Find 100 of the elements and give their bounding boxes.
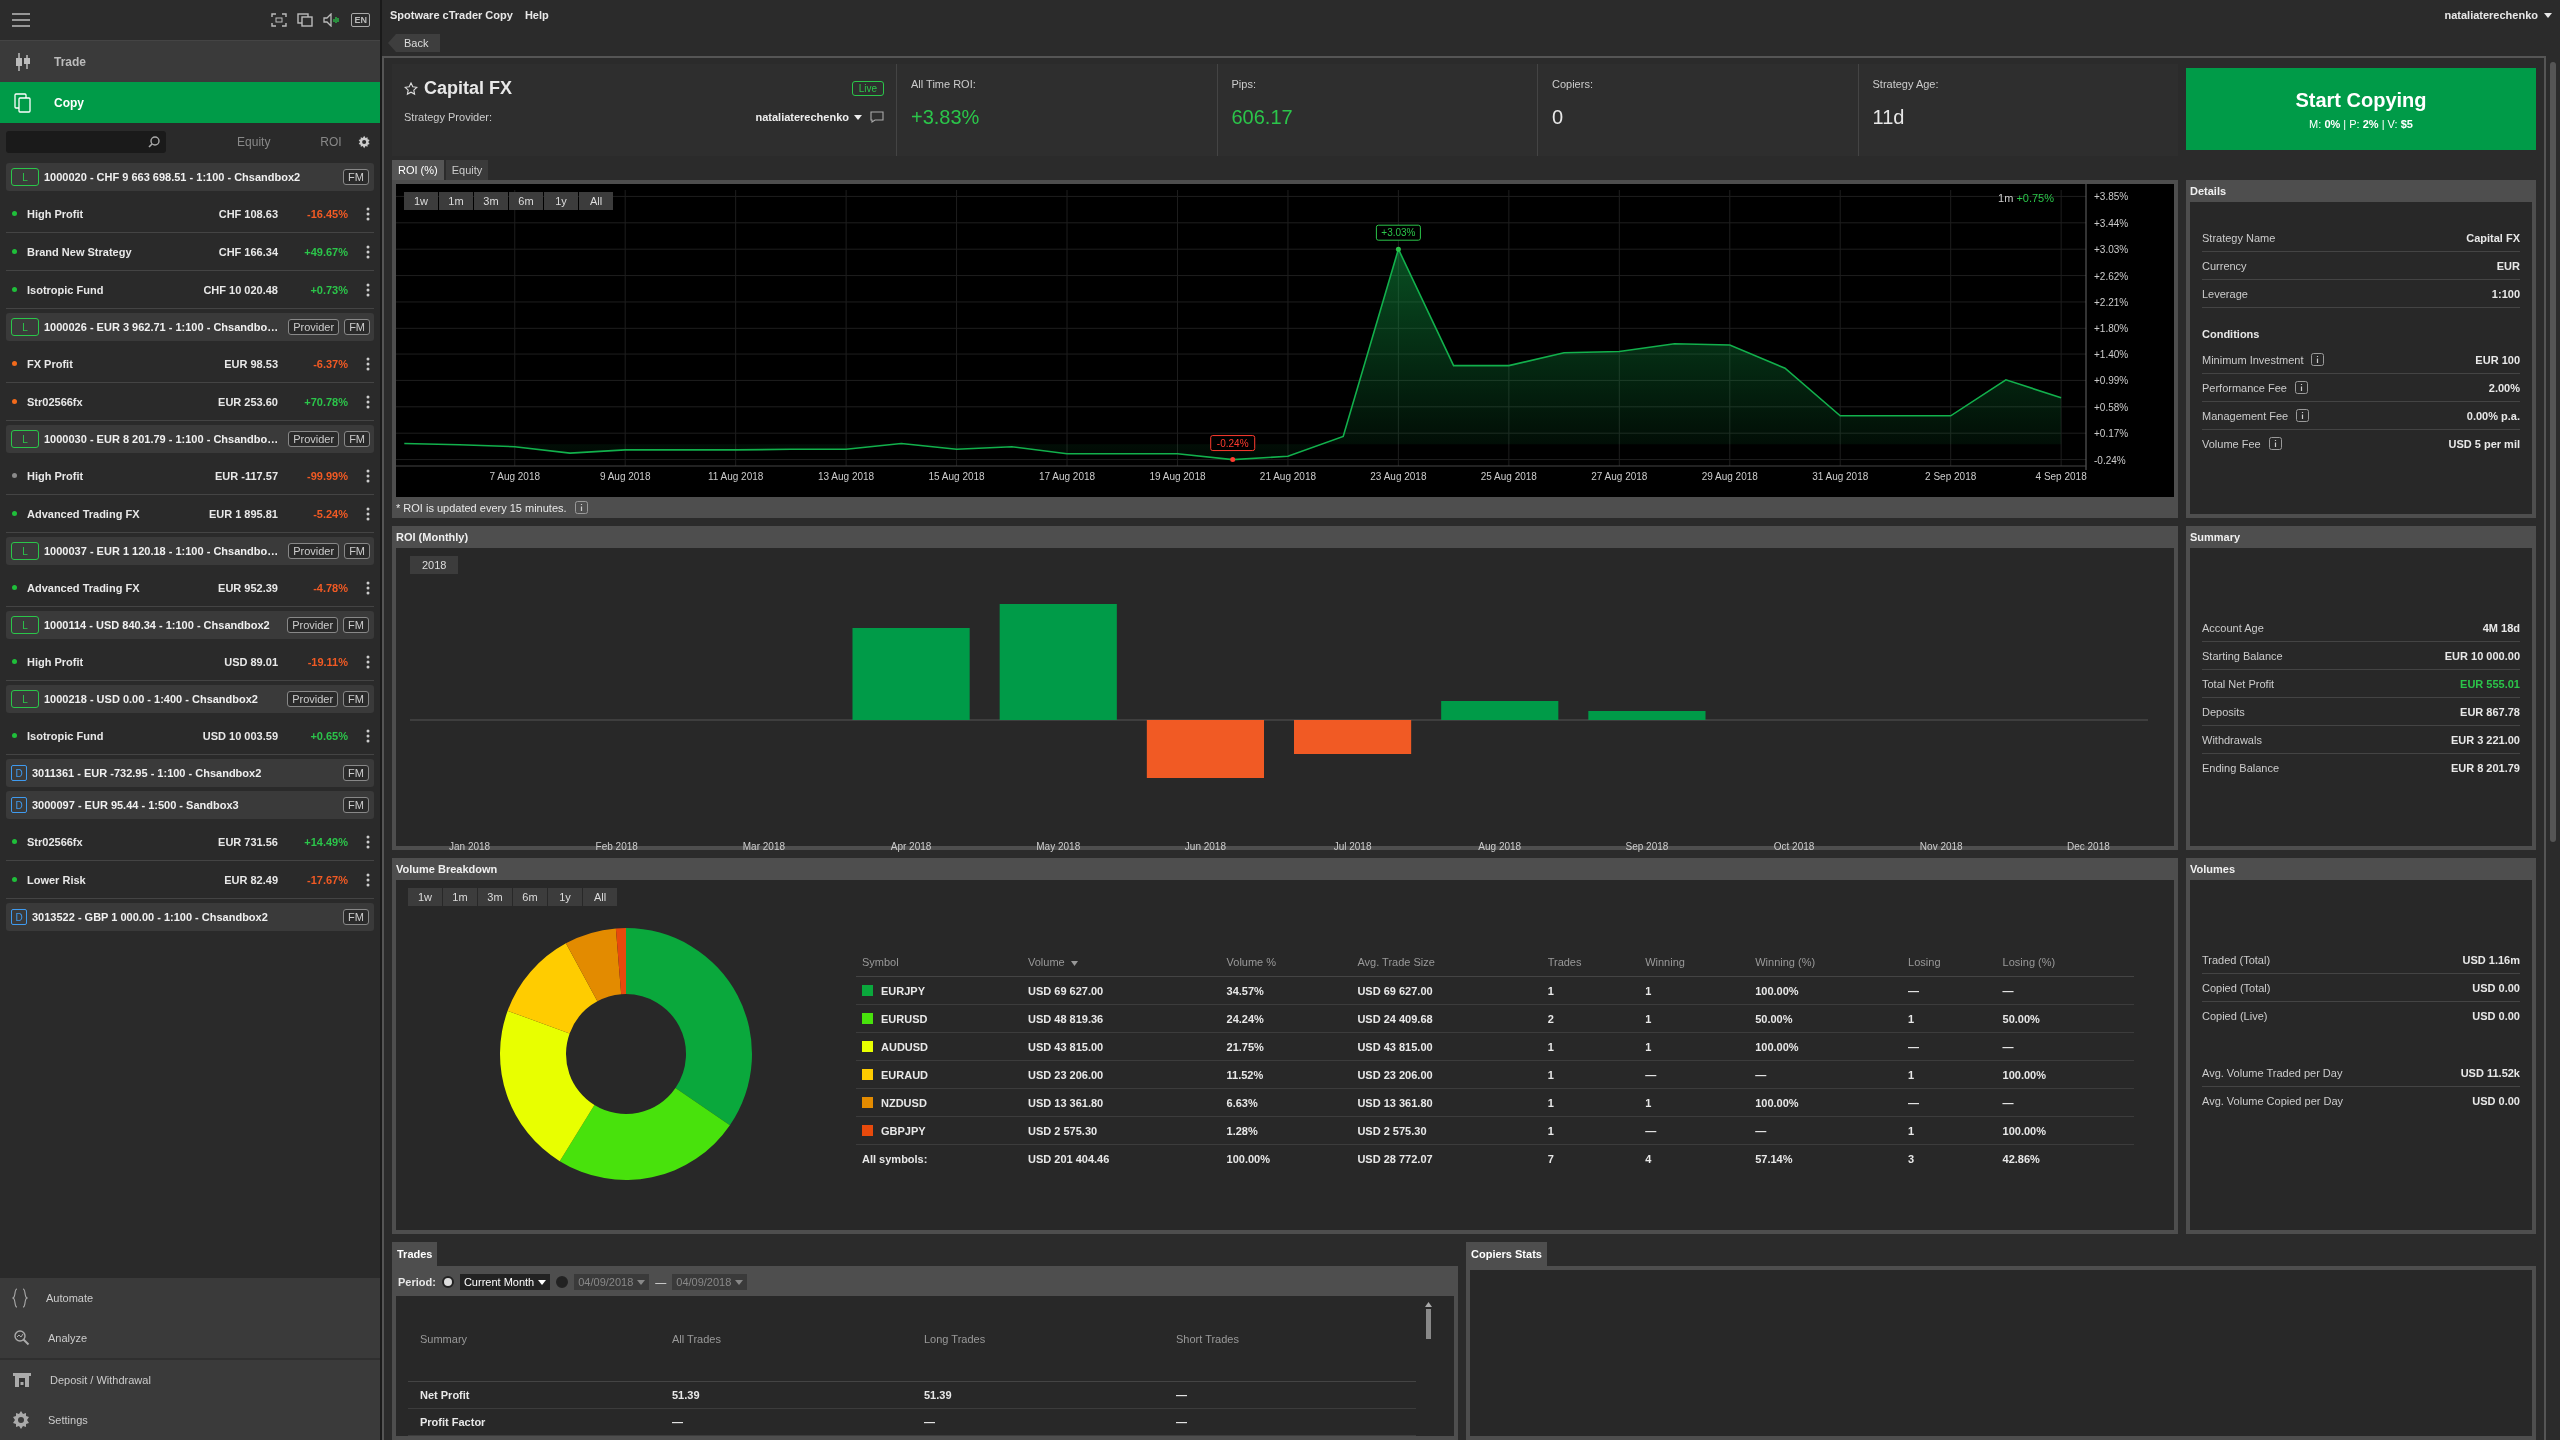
account-header[interactable]: L 1000030 - EUR 8 201.79 - 1:100 - Chsandbo… Provider FM <box>6 425 374 453</box>
more-icon[interactable] <box>366 468 370 483</box>
strategy-row[interactable]: FX Profit EUR 98.53 -6.37% <box>6 345 374 383</box>
more-icon[interactable] <box>366 654 370 669</box>
more-icon[interactable] <box>366 394 370 409</box>
more-icon[interactable] <box>366 244 370 259</box>
info-icon[interactable] <box>2296 409 2310 422</box>
provider-link[interactable]: nataliaterechenko <box>755 111 862 123</box>
nav-item[interactable]: Settings <box>0 1400 380 1440</box>
radio-button[interactable] <box>441 1276 454 1288</box>
account-button[interactable]: FM <box>343 617 369 633</box>
range-button[interactable]: 1y <box>544 192 578 210</box>
user-menu[interactable]: nataliaterechenko <box>2444 9 2552 21</box>
fullscreen-icon[interactable] <box>271 13 288 27</box>
info-icon[interactable] <box>2311 353 2325 366</box>
info-icon[interactable] <box>2295 381 2308 394</box>
account-button[interactable]: Provider <box>287 617 339 633</box>
scrollbar-thumb[interactable] <box>2550 62 2556 842</box>
range-button[interactable]: 1w <box>404 192 438 210</box>
more-icon[interactable] <box>366 728 370 743</box>
strategy-row[interactable]: Advanced Trading FX EUR 952.39 -4.78% <box>6 569 374 607</box>
column-header[interactable]: Symbol <box>856 950 1022 977</box>
menu-item[interactable]: Help <box>524 9 549 21</box>
account-header[interactable]: L 1000020 - CHF 9 663 698.51 - 1:100 - Chsandbox2 FM <box>6 163 374 191</box>
scrollbar-thumb[interactable] <box>1425 1309 1431 1339</box>
nav-item[interactable]: Analyze <box>0 1318 380 1358</box>
nav-item[interactable]: Deposit / Withdrawal <box>0 1360 380 1400</box>
range-button[interactable]: 1w <box>408 888 442 906</box>
account-header[interactable]: D 3013522 - GBP 1 000.00 - 1:100 - Chsandbox2 FM <box>6 903 374 931</box>
column-header[interactable]: Losing <box>1902 950 1997 977</box>
column-header[interactable]: Volume <box>1022 950 1221 977</box>
range-button[interactable]: 6m <box>513 888 547 906</box>
range-button[interactable]: 1y <box>548 888 582 906</box>
copiers-stats-tab[interactable]: Copiers Stats <box>1466 1242 1547 1266</box>
account-button[interactable]: FM <box>343 909 369 925</box>
chart-tab[interactable]: ROI (%) <box>392 160 444 180</box>
strategy-row[interactable]: High Profit EUR -117.57 -99.99% <box>6 457 374 495</box>
account-button[interactable]: FM <box>343 797 369 813</box>
strategy-row[interactable]: Isotropic Fund CHF 10 020.48 +0.73% <box>6 271 374 309</box>
more-icon[interactable] <box>366 834 370 849</box>
info-icon[interactable] <box>574 501 588 514</box>
column-header[interactable]: Trades <box>1541 950 1640 977</box>
period-dropdown[interactable]: Current Month <box>459 1274 551 1290</box>
more-icon[interactable] <box>366 506 370 521</box>
strategy-row[interactable]: Lower Risk EUR 82.49 -17.67% <box>6 861 374 899</box>
settings-icon[interactable] <box>357 135 370 149</box>
year-button[interactable]: 2018 <box>410 556 459 574</box>
chat-icon[interactable] <box>870 111 884 123</box>
account-button[interactable]: FM <box>344 431 371 447</box>
account-button[interactable]: FM <box>343 691 369 707</box>
column-header[interactable]: Winning (%) <box>1749 950 1903 977</box>
range-button[interactable]: 6m <box>509 192 543 210</box>
strategy-row[interactable]: Advanced Trading FX EUR 1 895.81 -5.24% <box>6 495 374 533</box>
strategy-row[interactable]: Brand New Strategy CHF 166.34 +49.67% <box>6 233 374 271</box>
account-button[interactable]: FM <box>344 319 371 335</box>
account-header[interactable]: L 1000037 - EUR 1 120.18 - 1:100 - Chsandbo… Provider FM <box>6 537 374 565</box>
strategy-row[interactable]: High Profit USD 89.01 -19.11% <box>6 643 374 681</box>
menu-icon[interactable] <box>12 13 30 27</box>
range-button[interactable]: All <box>583 888 617 906</box>
column-header[interactable]: Winning <box>1639 950 1750 977</box>
strategy-row[interactable]: Str02566fx EUR 253.60 +70.78% <box>6 383 374 421</box>
more-icon[interactable] <box>366 580 370 595</box>
column-header[interactable]: Losing (%) <box>1996 950 2134 977</box>
account-header[interactable]: L 1000026 - EUR 3 962.71 - 1:100 - Chsandbo… Provider FM <box>6 313 374 341</box>
nav-item[interactable]: Automate <box>0 1278 380 1318</box>
more-icon[interactable] <box>366 282 370 297</box>
strategy-row[interactable]: High Profit CHF 108.63 -16.45% <box>6 195 374 233</box>
nav-item[interactable]: Trade <box>0 41 380 82</box>
windows-icon[interactable] <box>297 13 314 27</box>
back-button[interactable]: Back <box>388 34 441 52</box>
radio-button[interactable] <box>556 1276 569 1288</box>
language-button[interactable]: EN <box>351 13 370 27</box>
speaker-icon[interactable] <box>323 13 342 27</box>
range-button[interactable]: 1m <box>439 192 473 210</box>
account-button[interactable]: FM <box>343 765 369 781</box>
more-icon[interactable] <box>366 206 370 221</box>
account-button[interactable]: Provider <box>287 691 339 707</box>
range-button[interactable]: 1m <box>443 888 477 906</box>
strategy-row[interactable]: Str02566fx EUR 731.56 +14.49% <box>6 823 374 861</box>
account-button[interactable]: Provider <box>288 431 340 447</box>
account-button[interactable]: FM <box>344 543 371 559</box>
range-button[interactable]: 3m <box>478 888 512 906</box>
account-button[interactable]: Provider <box>288 543 340 559</box>
account-button[interactable]: FM <box>343 169 369 185</box>
strategy-row[interactable]: Isotropic Fund USD 10 003.59 +0.65% <box>6 717 374 755</box>
more-icon[interactable] <box>366 872 370 887</box>
account-header[interactable]: L 1000114 - USD 840.34 - 1:100 - Chsandbox2 Provider FM <box>6 611 374 639</box>
trades-tab[interactable]: Trades <box>392 1242 438 1266</box>
account-button[interactable]: Provider <box>288 319 340 335</box>
info-icon[interactable] <box>2268 437 2282 450</box>
account-header[interactable]: D 3011361 - EUR -732.95 - 1:100 - Chsandbox2 FM <box>6 759 374 787</box>
more-icon[interactable] <box>366 356 370 371</box>
range-button[interactable]: 3m <box>474 192 508 210</box>
start-copying-button[interactable]: Start Copying M: 0% | P: 2% | V: $5 <box>2186 68 2536 150</box>
column-header[interactable]: Avg. Trade Size <box>1351 950 1542 977</box>
star-icon[interactable] <box>404 81 418 96</box>
search-field[interactable] <box>6 131 166 153</box>
nav-item[interactable]: Copy <box>0 82 380 123</box>
range-button[interactable]: All <box>579 192 613 210</box>
column-header[interactable]: Volume % <box>1220 950 1352 977</box>
